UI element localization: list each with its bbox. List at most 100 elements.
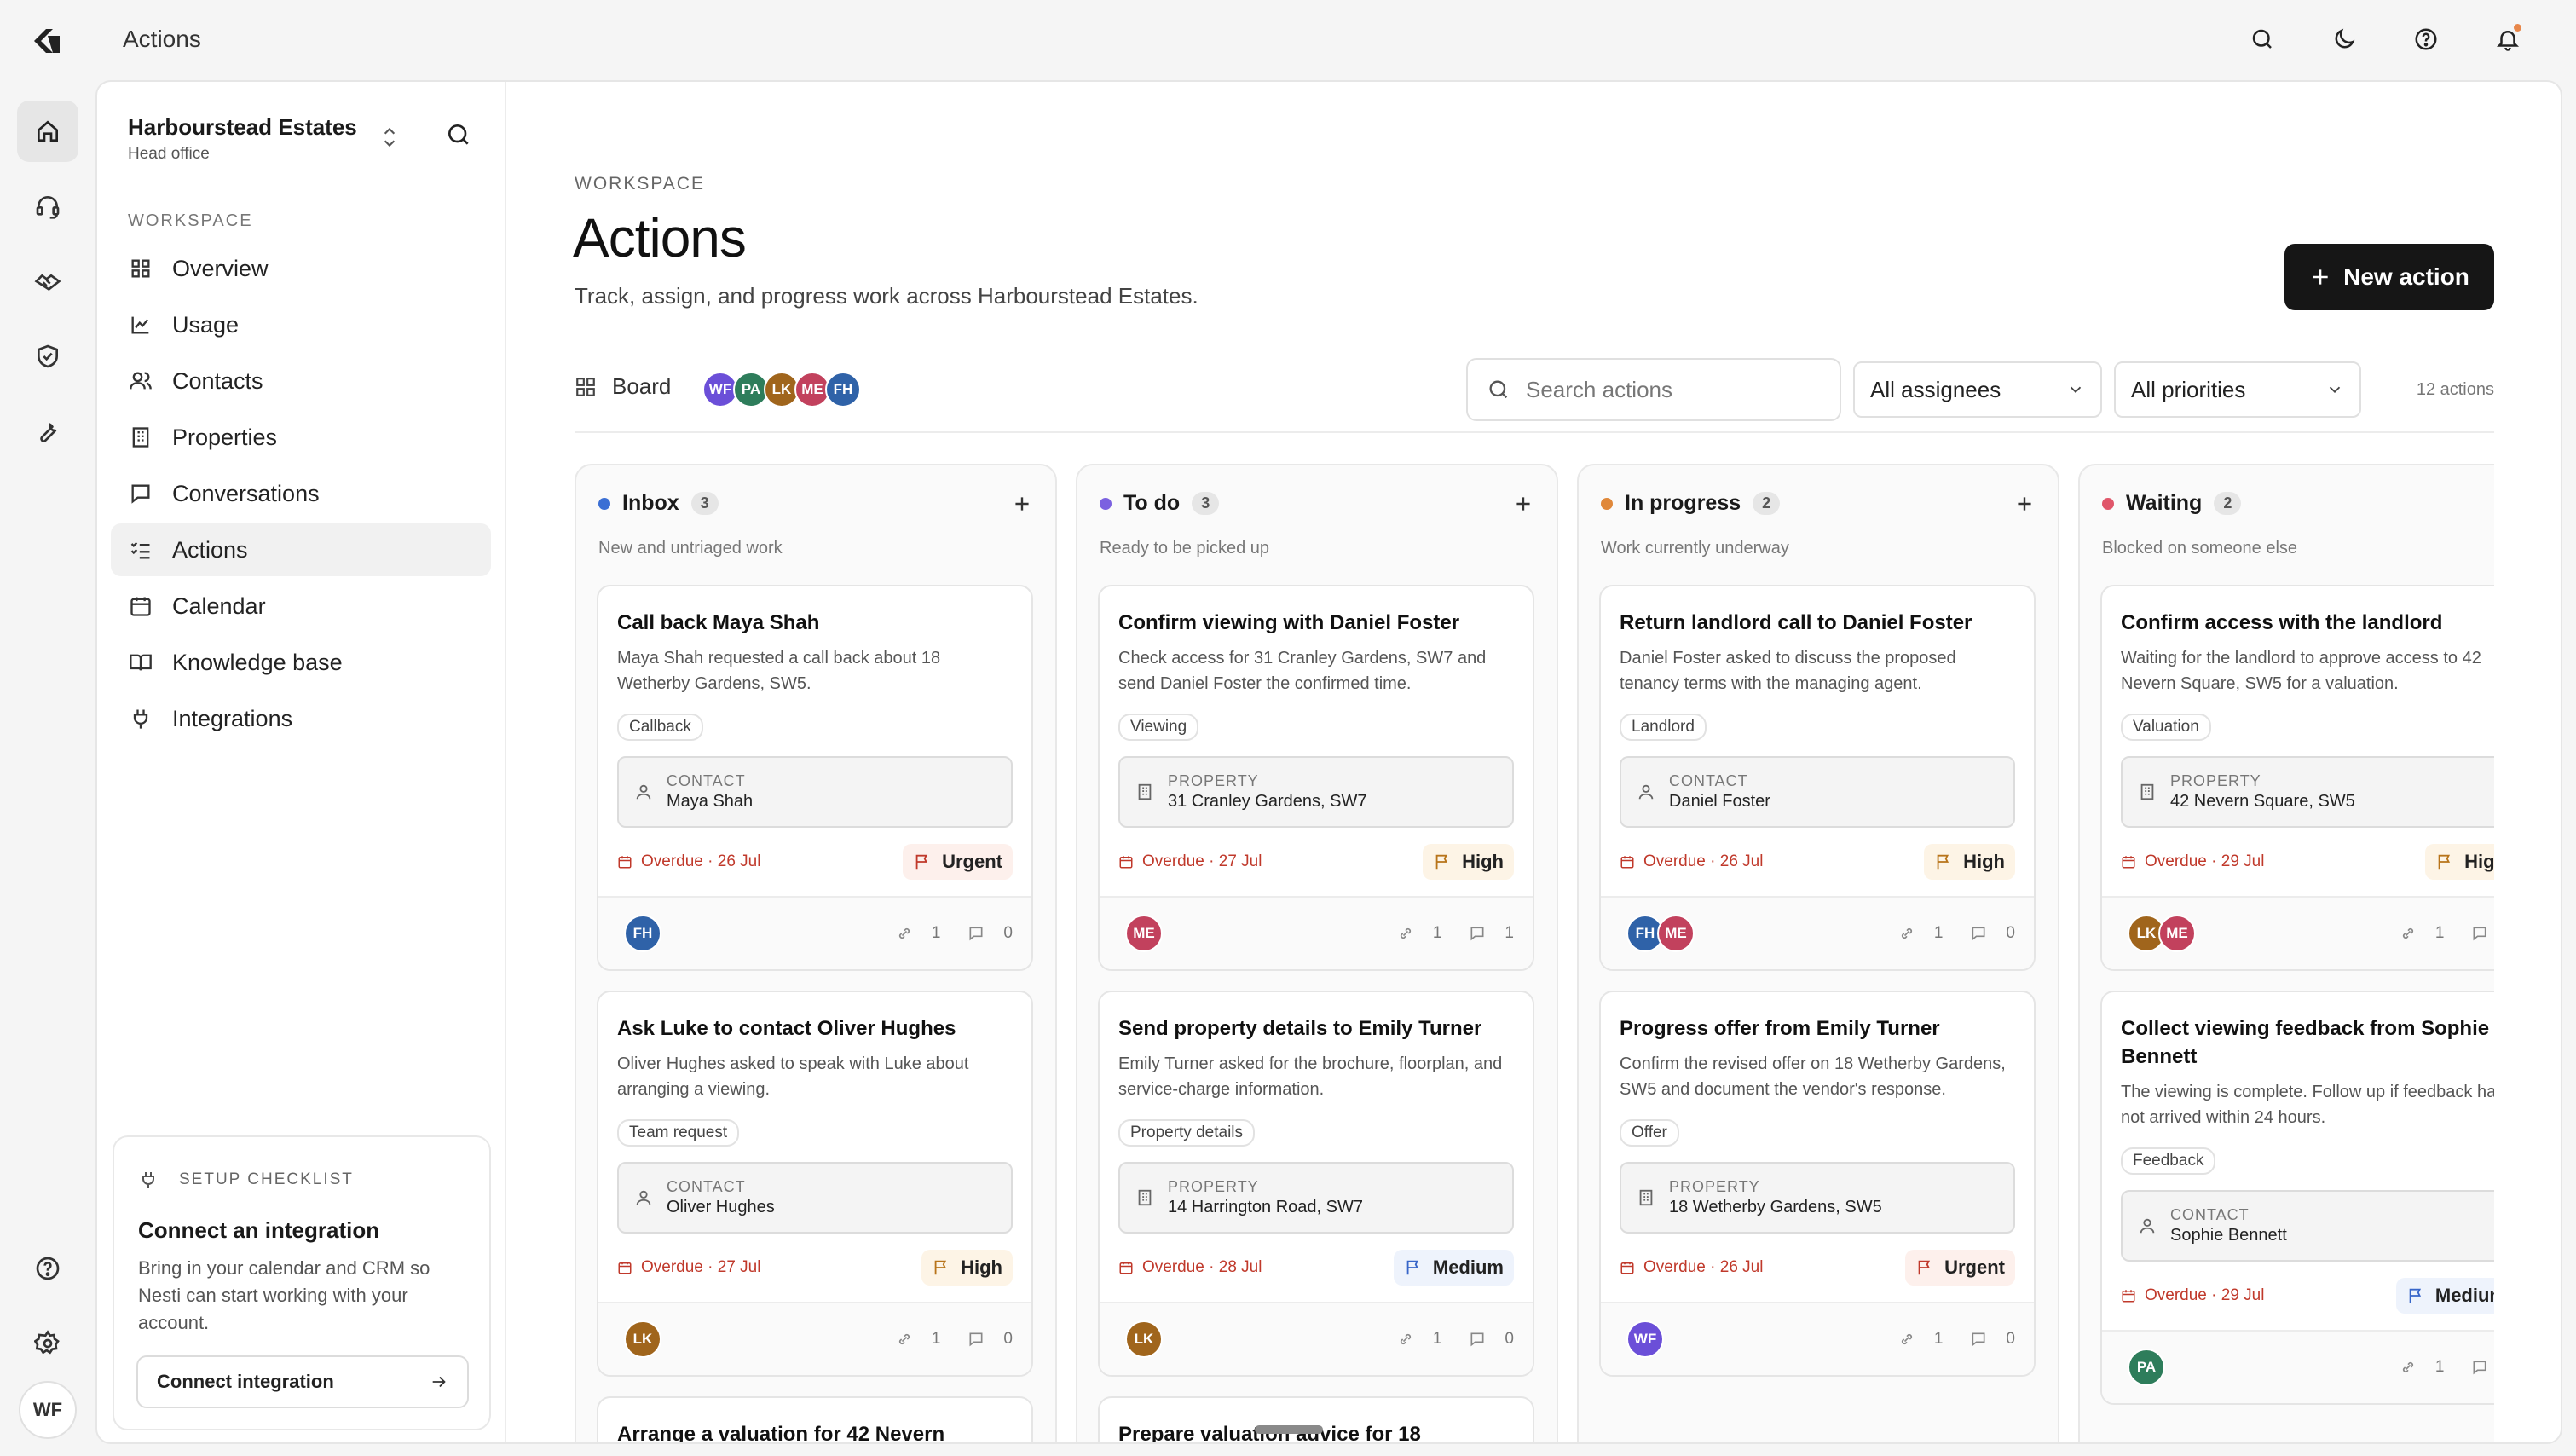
flag-icon bbox=[932, 1258, 961, 1277]
priority-badge[interactable]: Urgent bbox=[903, 844, 1013, 880]
add-card-plus-icon[interactable] bbox=[1512, 493, 1534, 515]
connect-integration-button[interactable]: Connect integration bbox=[136, 1355, 469, 1408]
card-stats: 10 bbox=[1871, 1330, 2015, 1349]
action-card[interactable]: Ask Luke to contact Oliver Hughes Oliver … bbox=[597, 991, 1033, 1377]
priority-filter-select[interactable]: All priorities bbox=[2114, 361, 2361, 418]
avatar[interactable]: WF bbox=[1626, 1320, 1664, 1358]
assignee-filter-select[interactable]: All assignees bbox=[1853, 361, 2102, 418]
action-card[interactable]: Send property details to Emily Turner Emi… bbox=[1098, 991, 1534, 1377]
card-title[interactable]: Send property details to Emily Turner bbox=[1118, 1014, 1514, 1043]
card-title[interactable]: Progress offer from Emily Turner bbox=[1620, 1014, 2015, 1043]
bell-icon[interactable] bbox=[2487, 19, 2528, 60]
priority-badge[interactable]: High bbox=[1924, 844, 2015, 880]
avatar[interactable]: ME bbox=[1657, 915, 1695, 952]
linked-contact[interactable]: CONTACT Daniel Foster bbox=[1620, 756, 2015, 828]
new-action-button[interactable]: New action bbox=[2284, 244, 2494, 310]
priority-badge[interactable]: Urgent bbox=[1905, 1250, 2015, 1286]
sidebar-item-usage[interactable]: Usage bbox=[111, 298, 491, 351]
avatar[interactable]: ME bbox=[1125, 915, 1163, 952]
add-card-plus-icon[interactable] bbox=[1011, 493, 1033, 515]
linked-property[interactable]: PROPERTY 18 Wetherby Gardens, SW5 bbox=[1620, 1162, 2015, 1234]
sidebar-search-icon[interactable] bbox=[445, 121, 472, 148]
wrench-icon[interactable] bbox=[17, 401, 78, 462]
card-title[interactable]: Collect viewing feedback from Sophie Ben… bbox=[2121, 1014, 2494, 1071]
action-card[interactable]: Prepare valuation advice for 18 Wetherby bbox=[1098, 1396, 1534, 1442]
app-logo-icon[interactable] bbox=[31, 24, 65, 58]
priority-badge[interactable]: High bbox=[2425, 844, 2494, 880]
help-icon[interactable] bbox=[2406, 19, 2446, 60]
flag-icon bbox=[1915, 1258, 1944, 1277]
avatar[interactable]: LK bbox=[1125, 1320, 1163, 1358]
sidebar-item-contacts[interactable]: Contacts bbox=[111, 355, 491, 407]
card-stats: 10 bbox=[1871, 924, 2015, 943]
search-icon[interactable] bbox=[2242, 19, 2283, 60]
avatar[interactable]: LK bbox=[624, 1320, 661, 1358]
assignee-avatars[interactable]: WF PA LK ME FH bbox=[702, 372, 861, 407]
card-title[interactable]: Call back Maya Shah bbox=[617, 609, 1013, 637]
action-card[interactable]: Call back Maya Shah Maya Shah requested a… bbox=[597, 585, 1033, 971]
user-avatar[interactable]: WF bbox=[19, 1381, 77, 1439]
message-icon bbox=[128, 481, 153, 506]
action-card[interactable]: Arrange a valuation for 42 Nevern Square… bbox=[597, 1396, 1033, 1442]
sidebar-item-properties[interactable]: Properties bbox=[111, 411, 491, 464]
org-name[interactable]: Harbourstead Estates bbox=[128, 114, 357, 141]
card-title[interactable]: Confirm viewing with Daniel Foster bbox=[1118, 609, 1514, 637]
action-card[interactable]: Progress offer from Emily Turner Confirm … bbox=[1599, 991, 2036, 1377]
sidebar-item-integrations[interactable]: Integrations bbox=[111, 692, 491, 745]
card-body: Return landlord call to Daniel Foster Dan… bbox=[1601, 586, 2034, 896]
sidebar-item-actions[interactable]: Actions bbox=[111, 523, 491, 576]
card-title[interactable]: Ask Luke to contact Oliver Hughes bbox=[617, 1014, 1013, 1043]
view-board-tab[interactable]: Board bbox=[575, 373, 671, 400]
avatar[interactable]: PA bbox=[2128, 1349, 2165, 1386]
help-icon[interactable] bbox=[17, 1238, 78, 1299]
priority-label: Medium bbox=[1432, 1257, 1504, 1278]
home-icon[interactable] bbox=[17, 101, 78, 162]
search-actions-input[interactable]: Search actions bbox=[1466, 358, 1841, 421]
avatar[interactable]: FH bbox=[624, 915, 661, 952]
calendar-icon bbox=[1620, 854, 1643, 870]
action-card[interactable]: Collect viewing feedback from Sophie Ben… bbox=[2100, 991, 2494, 1405]
linked-property[interactable]: PROPERTY 31 Cranley Gardens, SW7 bbox=[1118, 756, 1514, 828]
card-title[interactable]: Confirm access with the landlord bbox=[2121, 609, 2494, 637]
due-text: Overdue · 26 Jul bbox=[1643, 1258, 1764, 1276]
priority-badge[interactable]: Medium bbox=[2395, 1278, 2494, 1314]
org-switcher-chevrons-icon[interactable] bbox=[378, 124, 401, 150]
sidebar-item-knowledge-base[interactable]: Knowledge base bbox=[111, 636, 491, 689]
column-inbox: Inbox 3 New and untriaged work Call back Ma… bbox=[575, 464, 1057, 1442]
arrow-right-icon bbox=[432, 1376, 446, 1388]
sidebar-section-label: WORKSPACE bbox=[128, 211, 253, 230]
linked-contact[interactable]: CONTACT Sophie Bennett bbox=[2121, 1190, 2494, 1262]
sidebar-item-conversations[interactable]: Conversations bbox=[111, 467, 491, 520]
column-subtitle: Blocked on someone else bbox=[2102, 539, 2298, 558]
settings-gear-icon[interactable] bbox=[17, 1313, 78, 1374]
action-card[interactable]: Return landlord call to Daniel Foster Dan… bbox=[1599, 585, 2036, 971]
sidebar-item-overview[interactable]: Overview bbox=[111, 242, 491, 295]
column-in-progress: In progress 2 Work currently underway Retur… bbox=[1577, 464, 2059, 1442]
calendar-icon bbox=[617, 854, 641, 870]
add-card-plus-icon[interactable] bbox=[2013, 493, 2036, 515]
linked-contact[interactable]: CONTACT Oliver Hughes bbox=[617, 1162, 1013, 1234]
avatar[interactable]: ME bbox=[2158, 915, 2196, 952]
card-title[interactable]: Return landlord call to Daniel Foster bbox=[1620, 609, 2015, 637]
theme-moon-icon[interactable] bbox=[2324, 19, 2365, 60]
action-card[interactable]: Confirm access with the landlord Waiting … bbox=[2100, 585, 2494, 971]
horizontal-scroll-handle[interactable] bbox=[1255, 1425, 1323, 1434]
action-card[interactable]: Confirm viewing with Daniel Foster Check … bbox=[1098, 585, 1534, 971]
priority-badge[interactable]: Medium bbox=[1393, 1250, 1514, 1286]
user-icon bbox=[2138, 1216, 2170, 1235]
avatar[interactable]: FH bbox=[825, 372, 861, 407]
card-assignees: PA bbox=[2128, 1349, 2165, 1386]
handshake-icon[interactable] bbox=[17, 251, 78, 312]
card-title[interactable]: Arrange a valuation for 42 Nevern Square… bbox=[617, 1420, 1013, 1442]
priority-badge[interactable]: High bbox=[921, 1250, 1013, 1286]
shield-check-icon[interactable] bbox=[17, 326, 78, 387]
priority-label: High bbox=[2464, 851, 2494, 872]
chevron-down-icon bbox=[2329, 386, 2341, 394]
linked-property[interactable]: PROPERTY 42 Nevern Square, SW5 bbox=[2121, 756, 2494, 828]
headset-icon[interactable] bbox=[17, 176, 78, 237]
sidebar-item-calendar[interactable]: Calendar bbox=[111, 580, 491, 633]
linked-contact[interactable]: CONTACT Maya Shah bbox=[617, 756, 1013, 828]
linked-property[interactable]: PROPERTY 14 Harrington Road, SW7 bbox=[1118, 1162, 1514, 1234]
column-count-badge: 2 bbox=[1753, 492, 1781, 515]
priority-badge[interactable]: High bbox=[1423, 844, 1514, 880]
